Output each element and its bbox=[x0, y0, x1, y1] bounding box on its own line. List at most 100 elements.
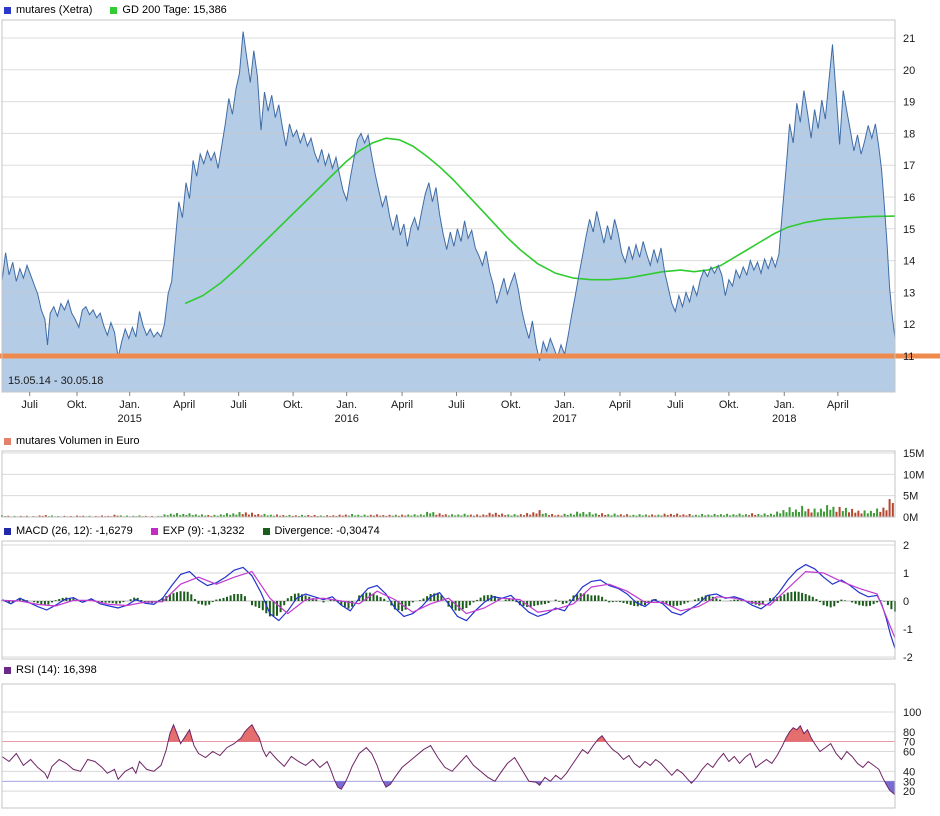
volume-bar bbox=[876, 509, 878, 518]
rsi-label: RSI (14): 16,398 bbox=[16, 664, 97, 676]
rsi-legend-item: RSI (14): 16,398 bbox=[4, 664, 97, 676]
svg-text:Jan.: Jan. bbox=[554, 399, 575, 411]
divergence-bar bbox=[483, 595, 485, 601]
svg-text:Okt.: Okt. bbox=[67, 399, 87, 411]
volume-bar bbox=[595, 513, 597, 517]
divergence-bar bbox=[183, 592, 185, 602]
volume-bar bbox=[879, 512, 881, 517]
divergence-bar bbox=[737, 600, 739, 601]
rsi-line bbox=[2, 725, 895, 795]
divergence-bar bbox=[423, 599, 425, 602]
volume-bar bbox=[601, 513, 603, 517]
divergence-bar bbox=[47, 601, 49, 605]
stock-chart-page: mutares (Xetra) GD 200 Tage: 15,386 2120… bbox=[0, 2, 940, 814]
divergence-bar bbox=[683, 601, 685, 604]
divergence-bar bbox=[733, 600, 735, 601]
volume-bar bbox=[851, 509, 853, 517]
volume-bar bbox=[857, 511, 859, 517]
divergence-bar bbox=[419, 600, 421, 601]
divergence-bar bbox=[680, 601, 682, 605]
volume-bar bbox=[226, 513, 228, 517]
divergence-bar bbox=[465, 601, 467, 608]
divergence-bar bbox=[255, 601, 257, 607]
divergence-bar bbox=[51, 601, 53, 602]
divergence-bar bbox=[687, 601, 689, 602]
divergence-bar bbox=[601, 597, 603, 601]
volume-bar bbox=[189, 513, 191, 517]
volume-bar bbox=[817, 512, 819, 517]
divergence-bar bbox=[258, 601, 260, 608]
divergence-bar bbox=[55, 600, 57, 601]
divergence-bar bbox=[537, 601, 539, 605]
svg-text:12: 12 bbox=[903, 319, 915, 331]
svg-text:60: 60 bbox=[903, 747, 915, 759]
divergence-bar bbox=[808, 595, 810, 601]
macd-swatch bbox=[4, 528, 11, 535]
svg-text:1: 1 bbox=[903, 568, 909, 580]
volume-bar bbox=[798, 512, 800, 517]
volume-bar bbox=[539, 510, 541, 517]
volume-bar bbox=[570, 514, 572, 517]
volume-bar bbox=[826, 505, 828, 517]
divergence-bar bbox=[240, 594, 242, 601]
svg-text:-2: -2 bbox=[903, 652, 913, 662]
volume-bar bbox=[832, 507, 834, 517]
divergence-bar bbox=[237, 594, 239, 601]
rsi-plot-border bbox=[2, 684, 895, 808]
exp-swatch bbox=[151, 528, 158, 535]
divergence-bar bbox=[283, 601, 285, 605]
svg-text:20: 20 bbox=[903, 65, 915, 77]
svg-text:2018: 2018 bbox=[772, 413, 796, 425]
divergence-bar bbox=[458, 601, 460, 611]
divergence-bar bbox=[122, 601, 124, 602]
divergence-bar bbox=[233, 594, 235, 601]
svg-text:14: 14 bbox=[903, 256, 915, 268]
divergence-bar bbox=[819, 601, 821, 602]
divergence-bar bbox=[548, 601, 550, 603]
macd-legend: MACD (26, 12): -1,6279 EXP (9): -1,3232 … bbox=[0, 523, 940, 539]
rsi-swatch bbox=[4, 667, 11, 674]
volume-bar bbox=[848, 512, 850, 517]
divergence-bar bbox=[715, 598, 717, 601]
divergence-bar bbox=[455, 601, 457, 611]
volume-plot-border bbox=[2, 451, 895, 517]
volume-bar bbox=[870, 511, 872, 517]
volume-bar bbox=[779, 513, 781, 517]
volume-legend-item: mutares Volumen in Euro bbox=[4, 435, 140, 447]
volume-bar bbox=[245, 512, 247, 517]
rsi-oversold-fill bbox=[2, 725, 895, 795]
divergence-bar bbox=[533, 601, 535, 606]
divergence-bar bbox=[505, 600, 507, 601]
volume-bar bbox=[829, 510, 831, 517]
divergence-bar bbox=[480, 598, 482, 601]
divergence-bar bbox=[794, 592, 796, 602]
divergence-bar bbox=[108, 601, 110, 603]
divergence-bar bbox=[790, 592, 792, 601]
divergence-bar bbox=[412, 601, 414, 602]
divergence-bar bbox=[473, 601, 475, 602]
divergence-bar bbox=[851, 601, 853, 602]
price-legend: mutares (Xetra) GD 200 Tage: 15,386 bbox=[0, 2, 940, 18]
svg-text:11: 11 bbox=[903, 351, 914, 363]
svg-text:2015: 2015 bbox=[117, 413, 141, 425]
volume-bar bbox=[820, 509, 822, 517]
divergence-bar bbox=[469, 601, 471, 605]
divergence-bar bbox=[833, 601, 835, 606]
volume-bar bbox=[545, 513, 547, 517]
divergence-bar bbox=[226, 597, 228, 601]
divergence-bar bbox=[387, 601, 389, 602]
volume-bar bbox=[232, 513, 234, 517]
volume-bar bbox=[251, 513, 253, 517]
divergence-bar bbox=[855, 601, 857, 604]
divergence-bar bbox=[351, 601, 353, 607]
divergence-bar bbox=[605, 600, 607, 601]
divergence-bar bbox=[830, 601, 832, 607]
divergence-bar bbox=[198, 601, 200, 604]
divergence-bar bbox=[862, 601, 864, 606]
divergence-bar bbox=[812, 597, 814, 601]
volume-bar bbox=[526, 513, 528, 517]
svg-text:April: April bbox=[827, 399, 849, 411]
divergence-bar bbox=[858, 601, 860, 605]
divergence-bar bbox=[876, 601, 878, 602]
divergence-bar bbox=[40, 601, 42, 604]
